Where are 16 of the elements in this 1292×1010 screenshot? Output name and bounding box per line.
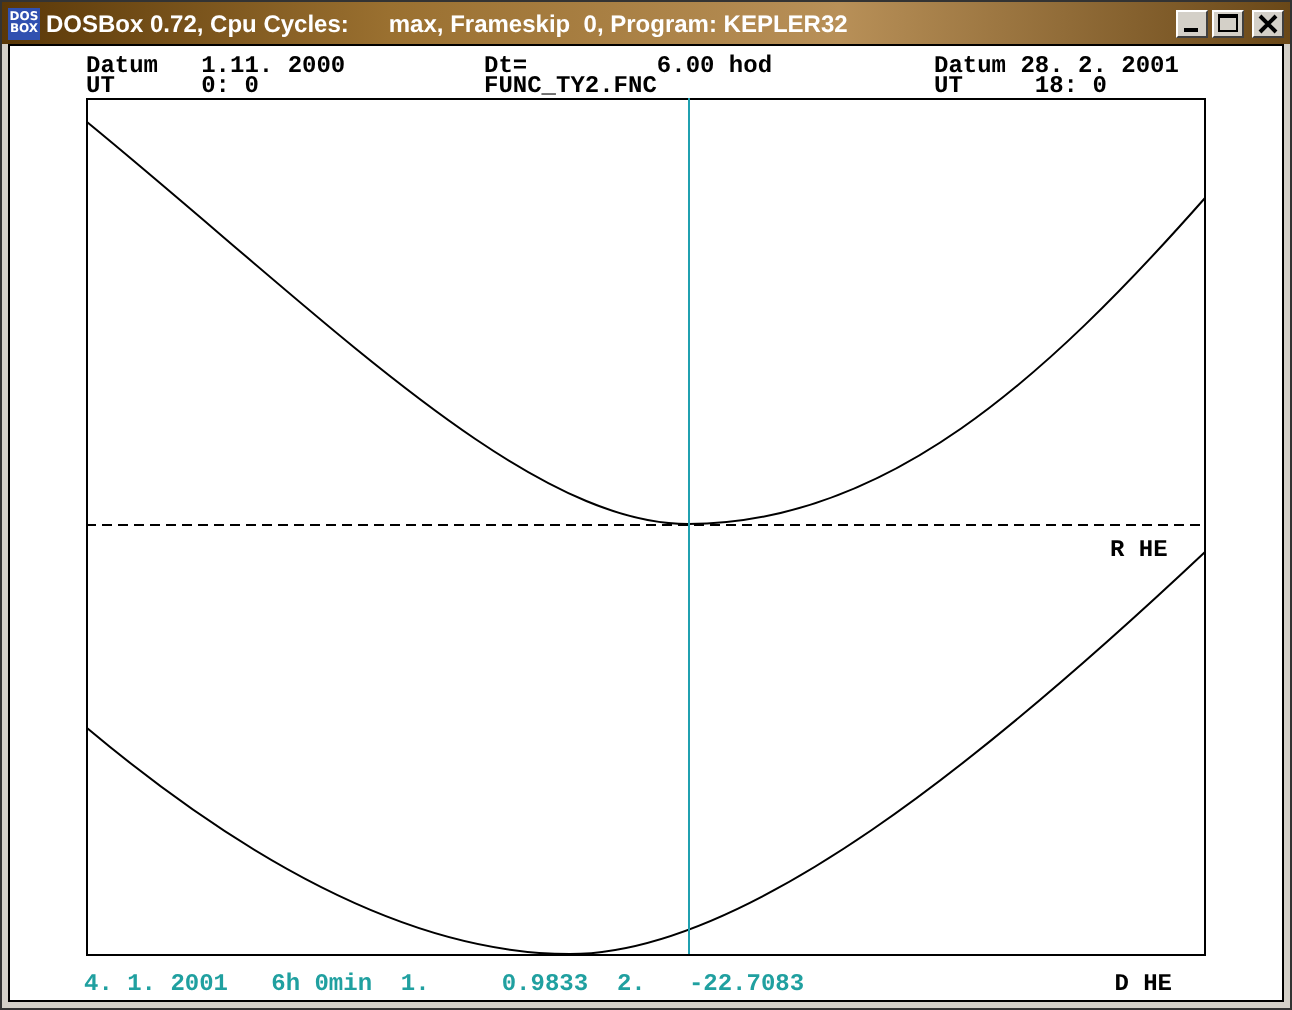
readout-text: 4. 1. 2001 6h 0min 1. 0.9833 2. -22.7083 [84, 974, 805, 994]
header-text: UT 0: 0 [86, 76, 261, 96]
header-text: UT 18: 0 [934, 76, 1109, 96]
header-text: Dt= 6.00 hod [484, 56, 775, 76]
minimize-button[interactable] [1176, 9, 1208, 37]
header-text: Datum 1.11. 2000 [86, 56, 348, 76]
axis-label: D HE [1114, 974, 1172, 994]
maximize-button[interactable] [1212, 9, 1244, 37]
maximize-icon [1216, 11, 1240, 35]
window-title: DOSBox 0.72, Cpu Cycles: max, Frameskip 0, Program: KEPLER32 [46, 9, 848, 37]
minimize-icon [1183, 28, 1197, 32]
axis-label: R HE [1110, 540, 1168, 560]
header-text: Datum 28. 2. 2001 [934, 56, 1179, 76]
close-button[interactable] [1252, 9, 1284, 37]
header-text: FUNC_TY2.FNC [484, 76, 658, 96]
close-icon [1256, 11, 1280, 35]
